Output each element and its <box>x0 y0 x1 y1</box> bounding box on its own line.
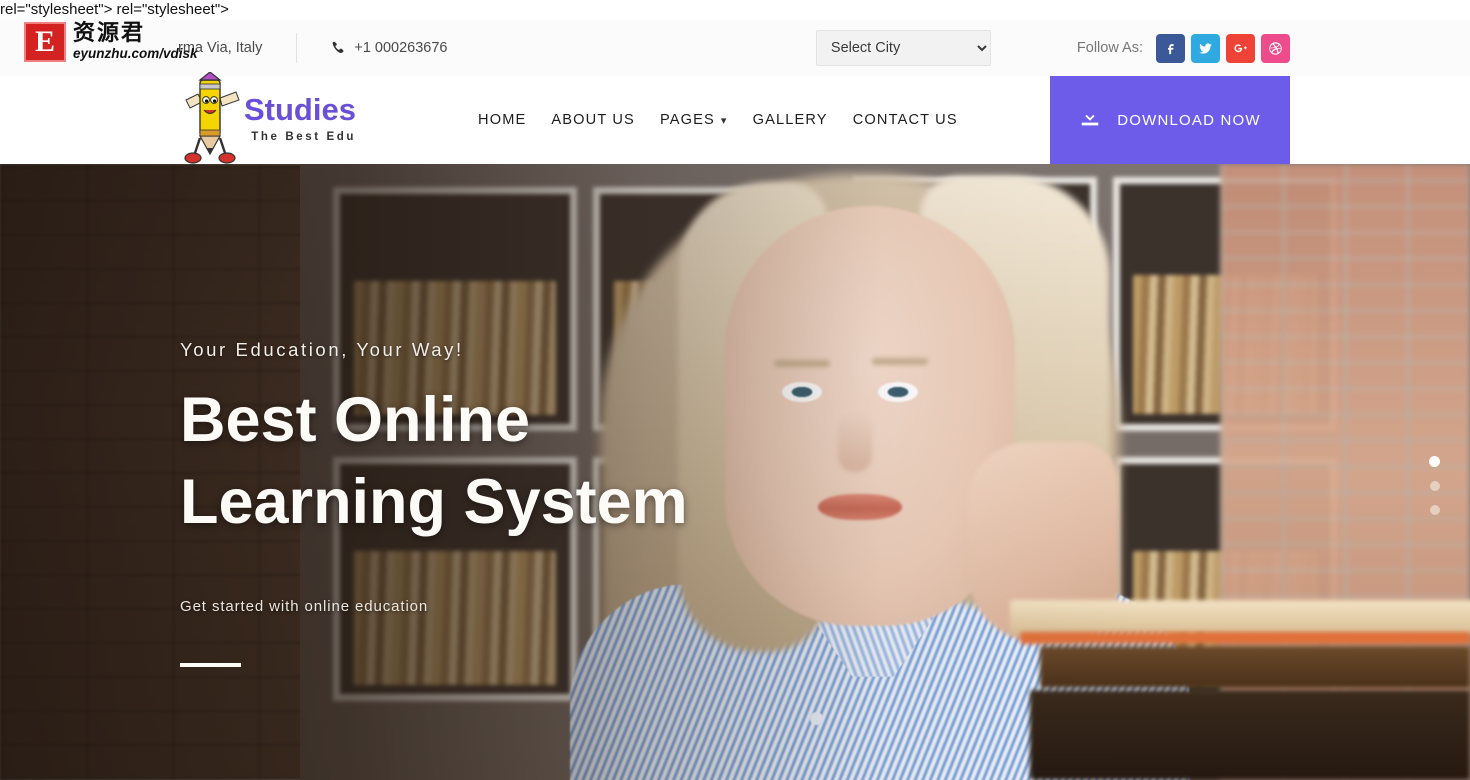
nav-label: PAGES <box>659 112 715 128</box>
download-icon <box>1079 107 1101 134</box>
source-code-line: rel="stylesheet"> rel="stylesheet"> <box>0 1 229 18</box>
nav-item-contact-us[interactable]: CONTACT US <box>853 106 958 134</box>
hero-divider <box>180 663 241 668</box>
nav-label: GALLERY <box>752 112 828 128</box>
nav-label: HOME <box>478 112 527 128</box>
google-plus-icon[interactable] <box>1226 33 1255 63</box>
nav-item-gallery[interactable]: GALLERY <box>753 106 828 134</box>
hero-slider: Your Education, Your Way! Best Online Le… <box>0 164 1470 780</box>
phone-text: +1 000263676 <box>354 40 448 56</box>
nav-item-about-us[interactable]: ABOUT US <box>551 106 635 134</box>
hero-subtitle: Your Education, Your Way! <box>180 339 464 360</box>
nav-item-pages[interactable]: PAGES ▾ <box>660 106 728 134</box>
brand-tagline: The Best Edu <box>251 130 356 143</box>
hero-description: Get started with online education <box>180 598 429 616</box>
nav-item-home[interactable]: HOME <box>478 106 526 134</box>
social-links <box>1156 33 1290 63</box>
brand-name: Studies <box>244 91 356 127</box>
pencil-mascot-icon <box>180 71 242 164</box>
slider-dot-1[interactable] <box>1429 456 1440 467</box>
watermark-logo: E 资源君 eyunzhu.com/vdisk <box>24 22 198 62</box>
site-logo[interactable]: Studies The Best Edu <box>180 71 356 164</box>
twitter-icon[interactable] <box>1191 33 1220 63</box>
phone-block[interactable]: +1 000263676 <box>331 40 448 56</box>
chevron-down-icon: ▾ <box>720 114 728 127</box>
facebook-icon[interactable] <box>1156 33 1185 63</box>
download-now-button[interactable]: DOWNLOAD NOW <box>1050 76 1290 164</box>
top-bar: rma Via, Italy +1 000263676 Select City … <box>0 20 1470 76</box>
hero-title-line2: Learning System <box>180 466 688 537</box>
hero-content: Your Education, Your Way! Best Online Le… <box>180 339 688 668</box>
nav-label: CONTACT US <box>852 112 958 128</box>
main-navbar: Studies The Best Edu HOME ABOUT US PAGES… <box>0 71 1470 164</box>
city-select[interactable]: Select City <box>815 30 991 66</box>
watermark-url: eyunzhu.com/vdisk <box>73 46 198 62</box>
phone-icon <box>331 41 345 55</box>
hero-title-line1: Best Online <box>180 385 531 455</box>
follow-label: Follow As: <box>1076 40 1143 56</box>
download-label: DOWNLOAD NOW <box>1117 111 1261 129</box>
watermark-cn-name: 资源君 <box>73 21 146 47</box>
slider-dot-2[interactable] <box>1429 481 1440 491</box>
slider-pagination[interactable] <box>1429 456 1440 515</box>
watermark-letter: E <box>24 22 66 62</box>
slider-dot-3[interactable] <box>1429 505 1440 515</box>
divider <box>296 33 298 63</box>
nav-label: ABOUT US <box>551 112 635 128</box>
dribbble-icon[interactable] <box>1261 33 1290 63</box>
nav-menu: HOME ABOUT US PAGES ▾ GALLERY CONTACT US <box>478 106 958 134</box>
follow-block: Follow As: <box>1076 33 1290 63</box>
